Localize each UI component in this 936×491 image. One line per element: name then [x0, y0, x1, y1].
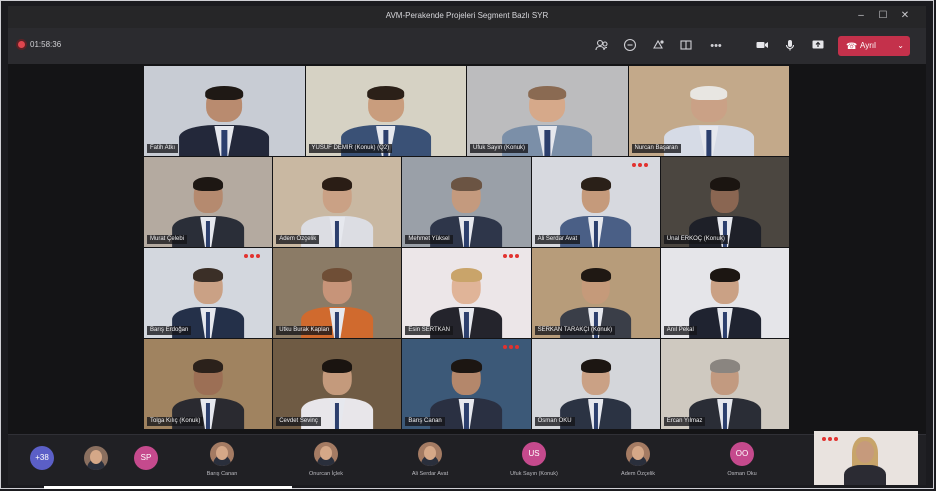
self-view-body [844, 465, 886, 485]
participants-icon[interactable] [594, 38, 610, 54]
participant-name: Esin SERTKAN [405, 326, 453, 335]
hang-up-icon: ☎ [846, 41, 858, 51]
chat-icon[interactable] [622, 38, 638, 54]
participant-name: Ercan Yılmaz [663, 417, 706, 426]
participant-tile[interactable]: Mehmet Yüksel [402, 157, 531, 247]
participant-tile[interactable]: Adem Özçelik [273, 157, 402, 247]
title-bar: AVM-Perakende Projeleri Segment Bazlı SY… [8, 6, 926, 28]
tray-participant-name: Barış Canan [206, 471, 238, 477]
participant-name: Ali Serdar Avat [534, 235, 581, 244]
self-view[interactable] [814, 431, 918, 485]
participant-name: Mehmet Yüksel [405, 235, 453, 244]
avatar [626, 442, 650, 466]
participant-tile[interactable]: YUSUF DEMİR (Konuk) (Q2) [305, 66, 466, 156]
participant-video [689, 268, 761, 338]
tray-participant[interactable]: US Ufuk Sayın (Konuk) [486, 440, 582, 480]
avatar: OO [730, 442, 754, 466]
participant-tile[interactable]: SERKAN TARAKÇI (Konuk) [531, 248, 660, 338]
participant-name: Anıl Pekal [663, 326, 697, 335]
brand-logo [502, 254, 521, 261]
mic-icon[interactable] [782, 38, 798, 54]
more-icon[interactable]: ••• [708, 38, 724, 54]
reactions-icon[interactable] [650, 38, 666, 54]
participant-name: Ufuk Sayın (Konuk) [470, 144, 529, 153]
close-icon[interactable]: ✕ [898, 10, 912, 22]
participant-tile[interactable]: Esin SERTKAN [402, 248, 531, 338]
tray-participant[interactable]: Barış Canan [174, 440, 270, 480]
tray-participant-name: Ufuk Sayın (Konuk) [510, 471, 558, 477]
participant-name: Ünal ERKOÇ (Konuk) [663, 235, 728, 244]
participant-tile[interactable]: Tolga Kılıç (Konuk) [144, 339, 273, 429]
participant-tile[interactable]: Cevdet Sevinç [273, 339, 402, 429]
rooms-icon[interactable] [678, 38, 694, 54]
avatar [210, 442, 234, 466]
camera-icon[interactable] [754, 38, 770, 54]
participant-tile[interactable]: Nurcan Başaran [628, 66, 789, 156]
participant-tile[interactable]: Anıl Pekal [660, 248, 789, 338]
participant-name: Murat Çelebi [147, 235, 188, 244]
brand-logo [631, 163, 650, 170]
tray-participant[interactable]: Adem Özçelik [590, 440, 686, 480]
participant-name: Tolga Kılıç (Konuk) [147, 417, 204, 426]
maximize-icon[interactable]: ☐ [876, 10, 890, 22]
participant-grid: Fatih Atkı YUSUF DEMİR (Konuk) (Q2) Ufuk S… [144, 66, 790, 430]
tray-participant[interactable]: Ali Serdar Avat [382, 440, 478, 480]
avatar [418, 442, 442, 466]
participant-video [179, 86, 270, 156]
participant-name: Barış Erdoğan [147, 326, 192, 335]
tray-participant-name: Onurcan İçlek [309, 471, 343, 477]
leave-button-label: Ayrıl [860, 41, 876, 50]
participant-name: SERKAN TARAKÇI (Konuk) [534, 326, 616, 335]
avatar: US [522, 442, 546, 466]
participant-name: YUSUF DEMİR (Konuk) (Q2) [308, 144, 393, 153]
participant-tile[interactable]: Utku Burak Kaplan [273, 248, 402, 338]
participant-name: Cevdet Sevinç [276, 417, 321, 426]
share-screen-icon[interactable] [810, 38, 826, 54]
tray-participant-name: Osman Oku [727, 471, 757, 477]
participant-tile[interactable]: Osman OKU [531, 339, 660, 429]
participant-tile[interactable]: Ünal ERKOÇ (Konuk) [660, 157, 789, 247]
participant-tile[interactable]: Barış Erdoğan [144, 248, 273, 338]
participant-name: Barış Canan [405, 417, 445, 426]
window-title: AVM-Perakende Projeleri Segment Bazlı SY… [385, 11, 549, 20]
minimize-icon[interactable]: – [854, 10, 868, 22]
participant-name: Adem Özçelik [276, 235, 320, 244]
progress-strip [44, 486, 292, 489]
brand-logo [244, 254, 262, 261]
avatar[interactable]: SP [134, 446, 158, 470]
recording-icon [18, 41, 25, 48]
participant-name: Fatih Atkı [147, 144, 179, 153]
participant-tile[interactable]: Fatih Atkı [144, 66, 305, 156]
participant-name: Osman OKU [534, 417, 575, 426]
self-view-face [856, 441, 874, 463]
avatar[interactable] [84, 446, 108, 470]
participant-tile[interactable]: Ercan Yılmaz [660, 339, 789, 429]
participant-tile[interactable]: Barış Canan [402, 339, 531, 429]
brand-logo [822, 437, 842, 443]
participant-tile[interactable]: Ufuk Sayın (Konuk) [467, 66, 628, 156]
tray-participant-name: Adem Özçelik [621, 471, 655, 477]
avatar [314, 442, 338, 466]
leave-button[interactable]: ☎ Ayrıl ⌄ [838, 36, 910, 56]
tray-participant[interactable]: Onurcan İçlek [278, 440, 374, 480]
participant-tile[interactable]: Murat Çelebi [144, 157, 273, 247]
tray-participant[interactable]: OO Osman Oku [694, 440, 790, 480]
participant-name: Utku Burak Kaplan [276, 326, 333, 335]
brand-logo [502, 345, 521, 352]
video-stage: Fatih Atkı YUSUF DEMİR (Konuk) (Q2) Ufuk S… [8, 64, 926, 434]
participant-tile[interactable]: Ali Serdar Avat [531, 157, 660, 247]
overflow-participants-badge[interactable]: +38 [30, 446, 54, 470]
tray-participant-name: Ali Serdar Avat [411, 471, 449, 477]
participant-name: Nurcan Başaran [631, 144, 681, 153]
chevron-down-icon[interactable]: ⌄ [897, 36, 904, 56]
meeting-timer: 01:58:36 [30, 40, 62, 49]
meeting-toolbar: 01:58:36 ••• ☎ Ayrıl ⌄ [8, 28, 926, 64]
